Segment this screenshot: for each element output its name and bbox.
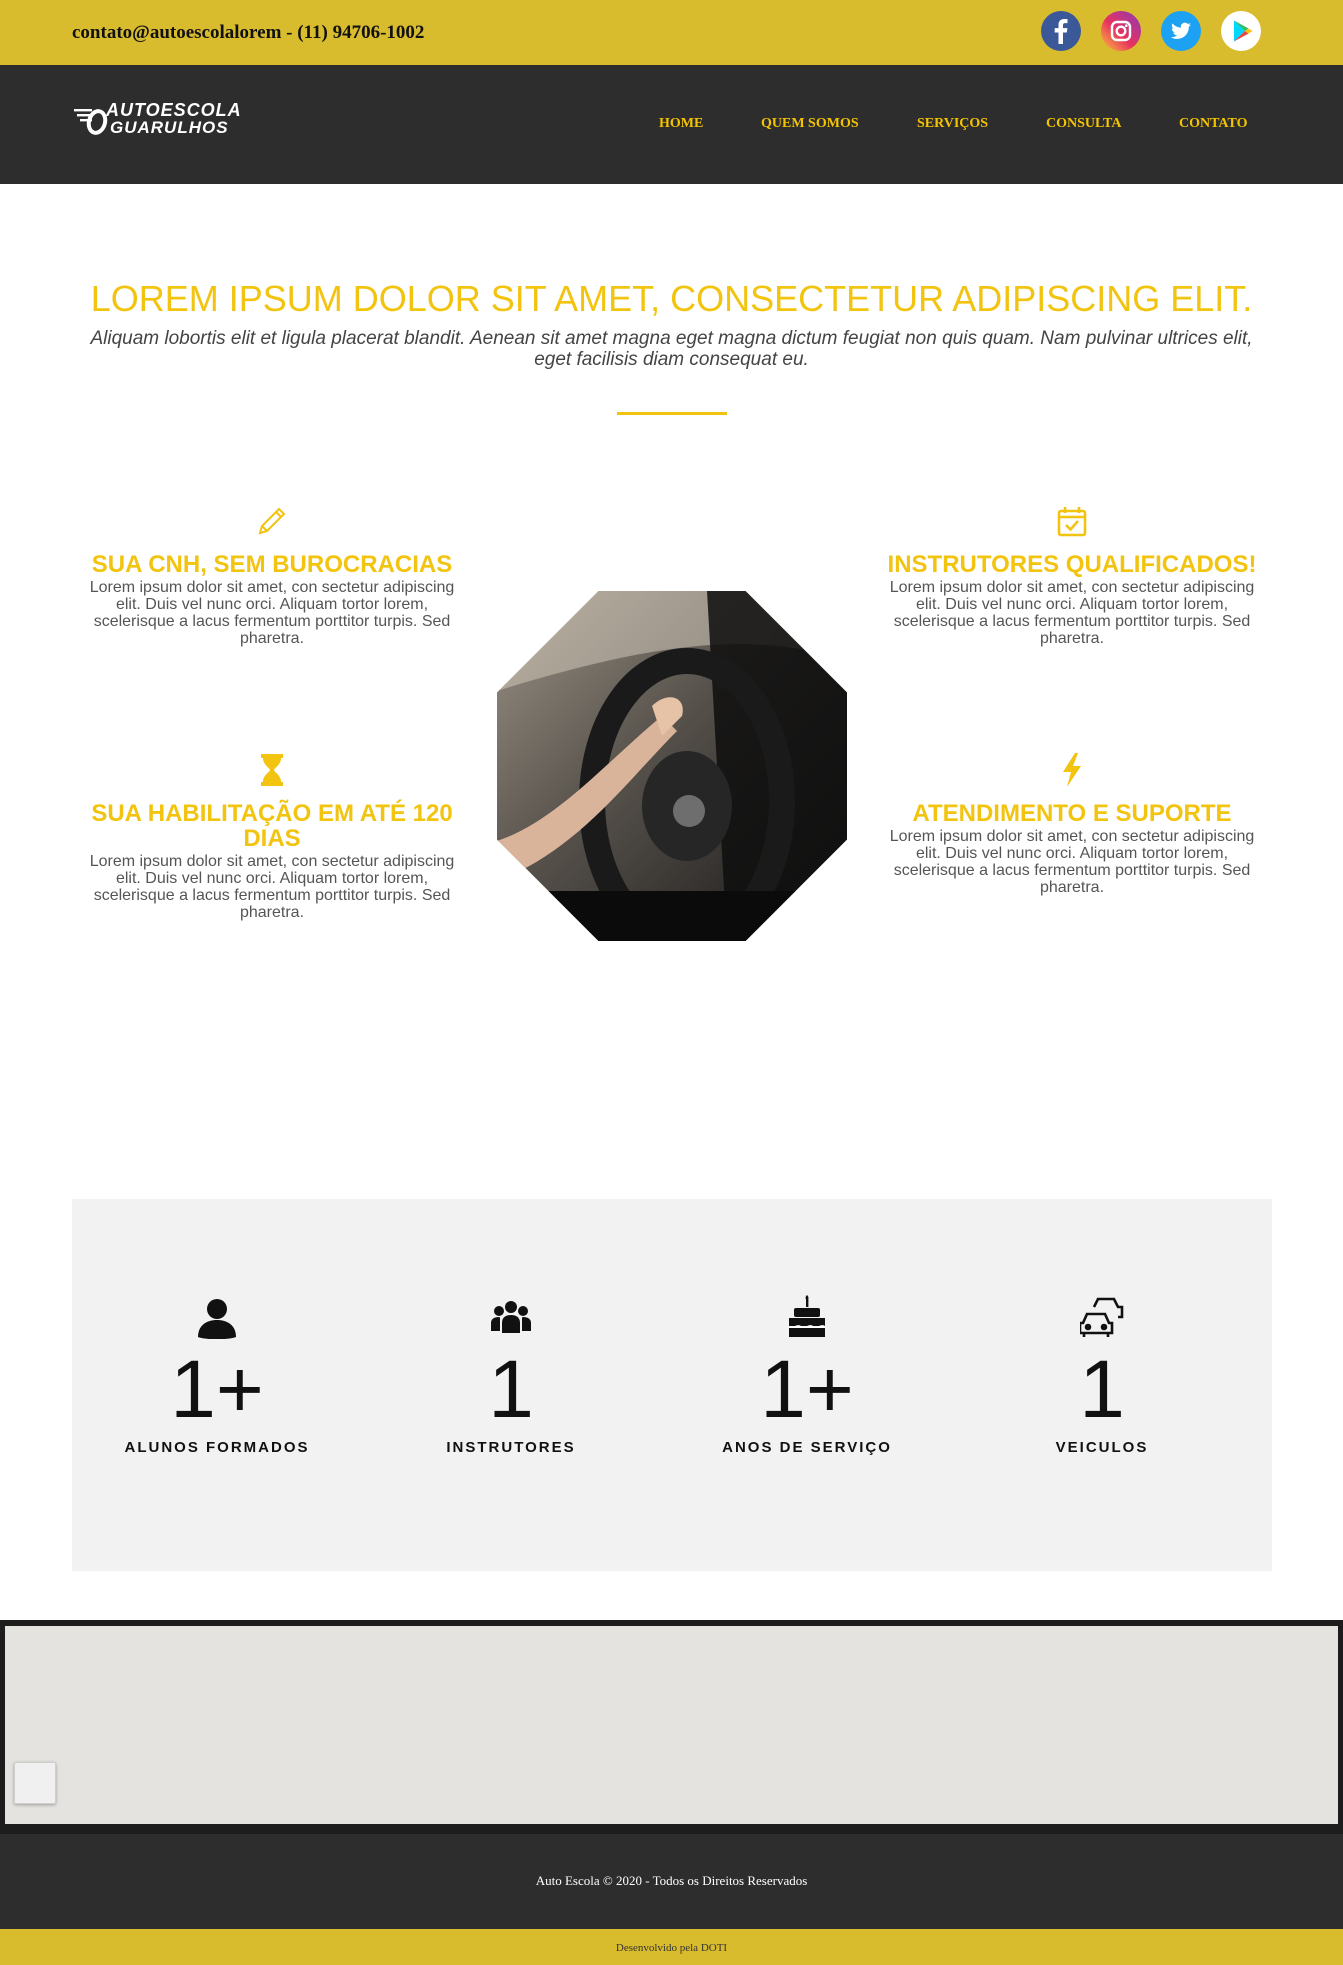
feature-text: Lorem ipsum dolor sit amet, con sectetur… <box>889 579 1255 647</box>
pencil-icon <box>253 502 291 540</box>
instagram-icon[interactable] <box>1101 11 1141 51</box>
google-play-icon[interactable] <box>1221 11 1261 51</box>
nav-servicos[interactable]: SERVIÇOS <box>917 116 988 132</box>
user-icon <box>195 1295 239 1340</box>
hourglass-icon <box>253 751 291 789</box>
footer-copyright: Auto Escola © 2020 - Todos os Direitos R… <box>535 1873 808 1888</box>
stat-number: 1 <box>488 1344 534 1435</box>
footer: Auto Escola © 2020 - Todos os Direitos R… <box>0 1834 1343 1929</box>
twitter-icon[interactable] <box>1161 11 1201 51</box>
map-frame <box>0 1620 1343 1834</box>
feature-text: Lorem ipsum dolor sit amet, con sectetur… <box>89 853 455 921</box>
top-bar: contato@autoescolalorem - (11) 94706-100… <box>0 0 1343 65</box>
stat-label: VEICULOS <box>1055 1439 1149 1456</box>
stat-number: 1+ <box>170 1344 264 1435</box>
feature-title: INSTRUTORES QUALIFICADOS! <box>887 551 1257 578</box>
stat-veiculos: 1 VEICULOS <box>972 1295 1232 1456</box>
feature-instrutores: INSTRUTORES QUALIFICADOS! Lorem ipsum do… <box>882 502 1262 647</box>
stat-number: 1 <box>1079 1344 1125 1435</box>
developer-credit: Desenvolvido pela DOTI <box>615 1942 728 1954</box>
feature-text: Lorem ipsum dolor sit amet, con sectetur… <box>89 579 455 647</box>
map-canvas[interactable] <box>5 1626 1338 1824</box>
feature-cnh: SUA CNH, SEM BUROCRACIAS Lorem ipsum dol… <box>82 502 462 647</box>
feature-habilitacao: SUA HABILITAÇÃO EM ATÉ 120 DIAS Lorem ip… <box>82 751 462 921</box>
credits-bar: Desenvolvido pela DOTI <box>0 1929 1343 1965</box>
stats-section: 1+ ALUNOS FORMADOS 1 INSTRUTORES 1+ ANOS… <box>72 1199 1272 1571</box>
stat-alunos: 1+ ALUNOS FORMADOS <box>87 1295 347 1456</box>
nav-contato[interactable]: CONTATO <box>1179 116 1247 132</box>
stat-label: INSTRUTORES <box>446 1439 576 1456</box>
hero-divider <box>617 412 727 415</box>
cars-icon <box>1078 1295 1124 1339</box>
nav-quem-somos[interactable]: QUEM SOMOS <box>761 116 859 132</box>
steering-wheel-photo <box>497 591 847 941</box>
feature-title: ATENDIMENTO E SUPORTE <box>912 800 1232 827</box>
feature-title: SUA HABILITAÇÃO EM ATÉ 120 DIAS <box>91 800 453 852</box>
users-group-icon <box>489 1295 533 1339</box>
logo-text-guarulhos: GUARULHOS <box>110 118 229 137</box>
hero-subtitle: Aliquam lobortis elit et ligula placerat… <box>90 328 1253 370</box>
stat-anos: 1+ ANOS DE SERVIÇO <box>677 1295 937 1456</box>
stat-number: 1+ <box>760 1344 854 1435</box>
map-control-button[interactable] <box>14 1762 56 1804</box>
feature-atendimento: ATENDIMENTO E SUPORTE Lorem ipsum dolor … <box>882 751 1262 896</box>
hero-title: LOREM IPSUM DOLOR SIT AMET, CONSECTETUR … <box>90 278 1253 319</box>
nav-consulta[interactable]: CONSULTA <box>1046 116 1121 132</box>
contact-info: contato@autoescolalorem - (11) 94706-100… <box>72 22 425 43</box>
main-navbar: AUTOESCOLA GUARULHOS HOME QUEM SOMOS SER… <box>0 65 1343 184</box>
logo-text-autoescola: AUTOESCOLA <box>106 100 242 120</box>
calendar-check-icon <box>1053 502 1091 540</box>
stat-instrutores: 1 INSTRUTORES <box>381 1295 641 1456</box>
lightning-icon <box>1053 751 1091 789</box>
nav-home[interactable]: HOME <box>659 116 703 132</box>
site-logo[interactable]: AUTOESCOLA GUARULHOS <box>72 99 252 149</box>
feature-title: SUA CNH, SEM BUROCRACIAS <box>91 551 453 578</box>
facebook-icon[interactable] <box>1041 11 1081 51</box>
stat-label: ANOS DE SERVIÇO <box>722 1439 892 1456</box>
birthday-cake-icon <box>785 1295 829 1339</box>
feature-text: Lorem ipsum dolor sit amet, con sectetur… <box>889 828 1255 896</box>
stat-label: ALUNOS FORMADOS <box>124 1439 310 1456</box>
